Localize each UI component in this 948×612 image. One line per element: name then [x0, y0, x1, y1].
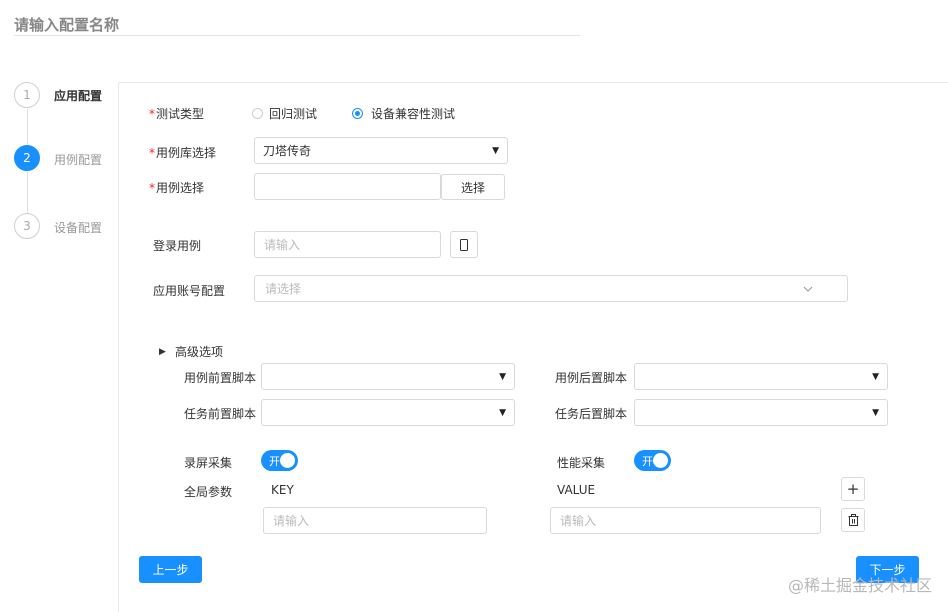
task-pre-script-select[interactable]: ▼ [261, 399, 515, 426]
step-1-circle[interactable]: 1 [14, 82, 40, 108]
step-2-label[interactable]: 用例配置 [54, 151, 102, 168]
content-divider-top [118, 82, 948, 83]
screen-record-switch[interactable]: 开 [261, 450, 298, 471]
caret-down-icon: ▼ [499, 407, 506, 418]
radio-compatibility-label[interactable]: 设备兼容性测试 [371, 105, 455, 122]
case-select-label-text: 用例选择 [156, 181, 205, 195]
radio-regression-label[interactable]: 回归测试 [269, 105, 317, 122]
required-mark: * [149, 107, 155, 121]
task-pre-script-label: 任务前置脚本 [184, 407, 257, 421]
test-type-label: *测试类型 [149, 105, 204, 122]
config-name-title[interactable]: 请输入配置名称 [14, 14, 119, 35]
case-post-script-label: 用例后置脚本 [555, 371, 628, 385]
case-library-value: 刀塔传奇 [263, 144, 312, 158]
prev-step-button[interactable]: 上一步 [139, 556, 202, 583]
login-case-device-button[interactable] [450, 231, 478, 258]
advanced-options-toggle[interactable]: 高级选项 [175, 343, 223, 360]
screen-record-label: 录屏采集 [184, 456, 233, 470]
task-post-script-select[interactable]: ▼ [634, 399, 888, 426]
switch-knob [280, 453, 295, 468]
mobile-icon [460, 238, 468, 251]
switch-state-label: 开 [642, 454, 653, 468]
app-account-label: 应用账号配置 [153, 284, 226, 298]
caret-down-icon: ▼ [492, 145, 499, 156]
step-3-circle[interactable]: 3 [14, 213, 40, 239]
switch-knob [653, 453, 668, 468]
perf-collect-switch[interactable]: 开 [634, 450, 671, 471]
step-connector [27, 109, 28, 145]
delete-param-button[interactable] [841, 508, 865, 532]
case-pre-script-label: 用例前置脚本 [184, 371, 257, 385]
caret-down-icon: ▼ [499, 371, 506, 382]
app-account-placeholder: 请选择 [265, 282, 302, 296]
case-post-script-select[interactable]: ▼ [634, 363, 888, 390]
step-connector [27, 172, 28, 213]
case-library-label: *用例库选择 [149, 144, 216, 161]
step-3-label[interactable]: 设备配置 [54, 219, 102, 236]
required-mark: * [149, 181, 155, 195]
content-divider-left [118, 82, 119, 612]
case-select-button[interactable]: 选择 [441, 174, 505, 200]
global-params-label: 全局参数 [184, 485, 233, 499]
case-library-label-text: 用例库选择 [156, 146, 217, 160]
radio-regression[interactable] [252, 108, 263, 119]
test-type-label-text: 测试类型 [156, 107, 205, 121]
required-mark: * [149, 146, 155, 160]
perf-collect-label: 性能采集 [557, 456, 606, 470]
plus-icon: + [846, 480, 860, 498]
chevron-down-icon [803, 286, 813, 292]
caret-down-icon: ▼ [872, 371, 879, 382]
switch-state-label: 开 [269, 454, 280, 468]
case-select-input[interactable] [254, 173, 441, 200]
case-select-label: *用例选择 [149, 179, 204, 196]
radio-compatibility[interactable] [352, 108, 363, 119]
task-post-script-label: 任务后置脚本 [555, 407, 628, 421]
step-2-circle[interactable]: 2 [14, 145, 40, 171]
watermark: @稀土掘金技术社区 [787, 576, 932, 595]
case-library-select[interactable]: 刀塔传奇 ▼ [254, 137, 508, 164]
case-pre-script-select[interactable]: ▼ [261, 363, 515, 390]
value-column-header: VALUE [557, 483, 596, 497]
expand-triangle-icon[interactable]: ▶ [159, 347, 166, 357]
trash-icon [848, 514, 858, 526]
add-param-button[interactable]: + [841, 477, 865, 501]
title-underline [14, 35, 580, 36]
param-value-input[interactable] [550, 507, 821, 534]
key-column-header: KEY [271, 483, 294, 497]
caret-down-icon: ▼ [872, 407, 879, 418]
app-account-select[interactable]: 请选择 [254, 275, 848, 302]
login-case-label: 登录用例 [153, 239, 202, 253]
step-1-label[interactable]: 应用配置 [54, 87, 102, 104]
param-key-input[interactable] [263, 507, 487, 534]
login-case-input[interactable] [254, 231, 441, 258]
